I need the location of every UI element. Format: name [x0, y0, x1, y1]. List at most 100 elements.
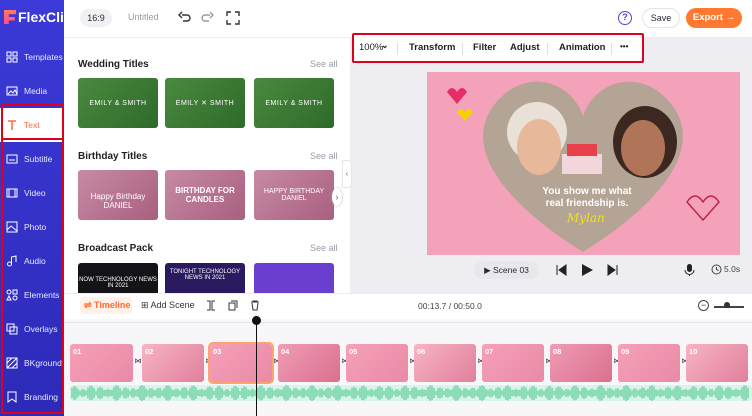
sidebar-item-media[interactable]: Media: [0, 74, 64, 108]
preview-scene-image: [427, 72, 740, 255]
split-icon[interactable]: [206, 300, 216, 311]
fullscreen-icon[interactable]: [226, 11, 240, 25]
scene-clip-09[interactable]: 09: [618, 344, 680, 382]
sidebar-item-subtitle[interactable]: Subtitle: [0, 142, 64, 176]
elements-icon: [6, 289, 18, 301]
filter-button[interactable]: Filter: [473, 42, 496, 53]
scene-clip-01[interactable]: 01: [70, 344, 133, 382]
sidebar-item-audio[interactable]: Audio: [0, 244, 64, 278]
video-icon: [6, 188, 18, 198]
next-scene-icon[interactable]: [607, 264, 619, 276]
timeline-toggle[interactable]: ⇌ Timeline: [80, 297, 132, 314]
see-all-broadcast[interactable]: See all: [310, 243, 338, 253]
clip-number: 03: [213, 347, 222, 356]
media-icon: [6, 86, 18, 96]
branding-icon: [7, 391, 17, 403]
sidebar-item-overlays[interactable]: Overlays: [0, 312, 64, 346]
audio-waveform: [71, 385, 749, 401]
adjust-button[interactable]: Adjust: [510, 42, 540, 53]
sidebar-item-video[interactable]: Video: [0, 176, 64, 210]
caption-line-1: You show me what: [542, 186, 632, 197]
scene-clip-03[interactable]: 03: [208, 342, 274, 384]
sidebar-item-photo[interactable]: Photo: [0, 210, 64, 244]
scene-clip-07[interactable]: 07: [482, 344, 544, 382]
help-icon[interactable]: ?: [618, 11, 632, 25]
see-all-birthday[interactable]: See all: [310, 151, 338, 161]
scene-clip-08[interactable]: 08: [550, 344, 612, 382]
zoom-out-icon[interactable]: −: [698, 300, 709, 311]
add-scene-button[interactable]: ⊞ Add Scene: [141, 300, 195, 311]
animation-button[interactable]: Animation: [559, 42, 605, 53]
flexclip-logo[interactable]: FlexClip: [4, 9, 72, 25]
sidebar-item-label: Audio: [24, 256, 46, 266]
scene-duration[interactable]: 5.0s: [724, 264, 740, 274]
carousel-next-icon[interactable]: ›: [332, 188, 342, 206]
broadcast-thumb-3[interactable]: [254, 263, 334, 293]
broadcast-thumb-2[interactable]: TONIGHT TECHNOLOGY NEWS IN 2021: [165, 263, 245, 293]
time-ruler: [64, 322, 752, 323]
clip-number: 10: [689, 347, 698, 356]
sidebar-item-elements[interactable]: Elements: [0, 278, 64, 312]
section-title-broadcast: Broadcast Pack: [78, 243, 154, 254]
aspect-ratio-button[interactable]: 16:9: [80, 9, 112, 27]
photo-icon: [6, 221, 18, 233]
delete-icon[interactable]: [250, 300, 260, 311]
birthday-thumb-1[interactable]: Happy Birthday DANIEL: [78, 170, 158, 220]
zoom-slider-handle[interactable]: [724, 302, 730, 308]
microphone-icon[interactable]: [684, 263, 695, 277]
scene-clip-04[interactable]: 04: [278, 344, 340, 382]
collapse-panel-icon[interactable]: ‹: [342, 160, 352, 188]
add-scene-label: Add Scene: [150, 300, 195, 310]
sidebar-item-label: Photo: [24, 222, 47, 232]
templates-icon: [6, 51, 18, 63]
sidebar-item-label: Subtitle: [24, 154, 53, 164]
previous-scene-icon[interactable]: [555, 264, 567, 276]
wedding-thumb-2[interactable]: EMILY ✕ SMITH: [165, 78, 245, 128]
sidebar-item-label: Branding: [24, 392, 59, 402]
playhead-handle[interactable]: [252, 316, 261, 325]
duplicate-icon[interactable]: [228, 300, 238, 311]
play-icon[interactable]: [581, 263, 594, 277]
scene-clip-02[interactable]: 02: [142, 344, 204, 382]
wedding-thumb-1[interactable]: EMILY & SMITH: [78, 78, 158, 128]
text-templates-panel: Wedding Titles See all EMILY & SMITH EMI…: [64, 38, 344, 293]
video-preview[interactable]: You show me what real friendship is. Myl…: [427, 72, 740, 255]
scene-selector[interactable]: ▶ Scene 03: [474, 261, 539, 279]
undo-icon[interactable]: [178, 11, 192, 25]
zoom-select[interactable]: 100%: [359, 42, 383, 53]
transform-button[interactable]: Transform: [409, 42, 455, 53]
clip-number: 02: [145, 347, 154, 356]
birthday-thumb-3[interactable]: HAPPY BIRTHDAY DANIEL: [254, 170, 334, 220]
project-title[interactable]: Untitled: [128, 12, 159, 22]
clip-number: 01: [73, 347, 82, 356]
sidebar-item-text[interactable]: Text: [0, 108, 64, 142]
clock-icon: [711, 264, 722, 275]
export-button[interactable]: Export →: [686, 8, 742, 28]
audio-track[interactable]: [70, 385, 752, 401]
sidebar-item-label: BKground: [24, 358, 62, 368]
save-button[interactable]: Save: [642, 8, 680, 28]
scene-clip-05[interactable]: 05: [346, 344, 408, 382]
scene-clip-06[interactable]: 06: [414, 344, 476, 382]
canvas-toolbar: 100% ⌄ Transform Filter Adjust Animation…: [352, 33, 644, 63]
sidebar-item-label: Media: [24, 86, 48, 96]
see-all-wedding[interactable]: See all: [310, 59, 338, 69]
timeline-label: Timeline: [94, 300, 131, 310]
playhead[interactable]: [256, 316, 257, 416]
preview-caption[interactable]: You show me what real friendship is.: [527, 186, 647, 210]
wedding-thumb-3[interactable]: EMILY & SMITH: [254, 78, 334, 128]
sidebar-item-templates[interactable]: Templates: [0, 40, 64, 74]
scene-clip-10[interactable]: 10: [686, 344, 748, 382]
sidebar-item-bkground[interactable]: BKground: [0, 346, 64, 380]
clip-number: 04: [281, 347, 290, 356]
more-options-icon[interactable]: •••: [620, 42, 628, 51]
preview-signature: Mylan: [567, 211, 605, 225]
sidebar-item-branding[interactable]: Branding: [0, 380, 64, 414]
birthday-thumb-2[interactable]: BIRTHDAY FOR CANDLES: [165, 170, 245, 220]
chevron-down-icon[interactable]: ⌄: [381, 40, 389, 51]
transition-icon[interactable]: ⋈: [134, 357, 142, 367]
caption-line-2: real friendship is.: [545, 198, 629, 209]
toolbar-divider: [397, 43, 398, 55]
redo-icon[interactable]: [200, 11, 214, 25]
broadcast-thumb-1[interactable]: NOW TECHNOLOGY NEWS IN 2021: [78, 263, 158, 293]
